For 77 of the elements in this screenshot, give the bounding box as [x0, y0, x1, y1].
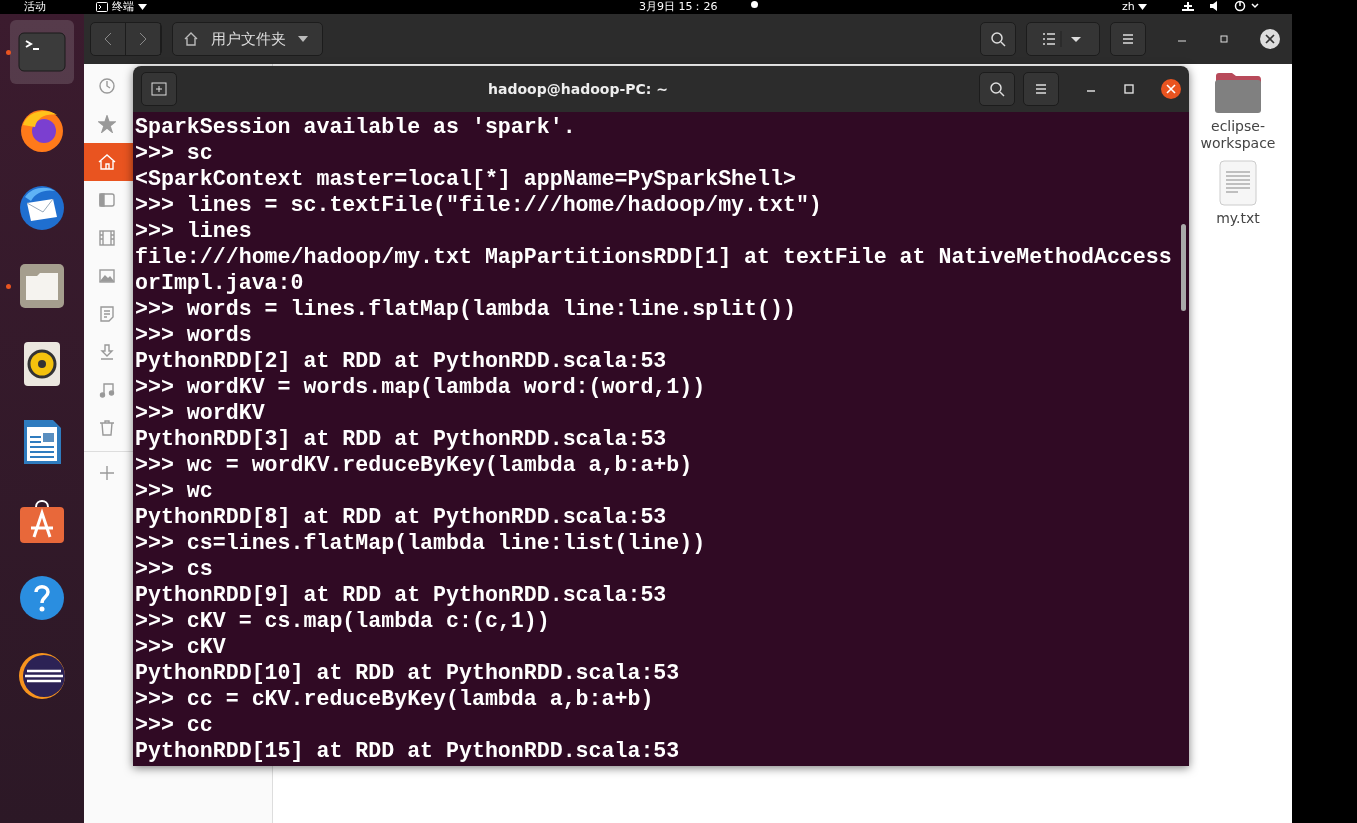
- menu-button[interactable]: [1023, 72, 1059, 106]
- terminal-line: SparkSession available as 'spark'.: [135, 114, 576, 140]
- terminal-line: >>> wc: [135, 478, 213, 504]
- terminal-line: >>> cs=lines.flatMap(lambda line:list(line)): [135, 530, 706, 556]
- terminal-line: >>> lines: [135, 218, 252, 244]
- clock-icon: [98, 77, 116, 95]
- terminal-line: <SparkContext master=local[*] appName=PySparkShell>: [135, 166, 796, 192]
- scrollbar-thumb[interactable]: [1181, 224, 1186, 311]
- terminal-line: >>> wc = wordKV.reduceByKey(lambda a,b:a+b): [135, 452, 693, 478]
- caret-icon: [298, 36, 308, 42]
- terminal-line: PythonRDD[3] at RDD at PythonRDD.scala:53: [135, 426, 667, 452]
- terminal-line: >>> words = lines.flatMap(lambda line:line.split()): [135, 296, 796, 322]
- home-icon: [98, 153, 116, 171]
- trash-icon: [98, 419, 116, 437]
- search-icon: [989, 81, 1005, 97]
- text-file-icon: [1219, 160, 1257, 206]
- terminal-line: >>> sc: [135, 140, 213, 166]
- desktop-icon: [98, 191, 116, 209]
- menu-icon: [1120, 31, 1136, 47]
- terminal-line: >>> cs: [135, 556, 213, 582]
- download-icon: [98, 343, 116, 361]
- location-button[interactable]: 用户文件夹: [172, 22, 323, 56]
- sidebar-item[interactable]: [84, 143, 133, 181]
- file-name: my.txt: [1215, 210, 1261, 227]
- close-icon[interactable]: [1260, 29, 1280, 49]
- help-icon[interactable]: [17, 573, 67, 623]
- search-button[interactable]: [980, 22, 1016, 56]
- terminal-line: >>> words: [135, 322, 252, 348]
- document-icon: [98, 305, 116, 323]
- terminal-line: >>> cc: [135, 712, 213, 738]
- caret-icon: [138, 4, 147, 10]
- app-menu[interactable]: 终端: [96, 0, 147, 14]
- terminal-line: orImpl.java:0: [135, 270, 304, 296]
- eclipse-icon[interactable]: [17, 651, 67, 701]
- terminal-line: >>> wordKV: [135, 400, 265, 426]
- home-icon: [183, 31, 199, 47]
- activities-button[interactable]: 活动: [24, 0, 46, 14]
- terminal-line: PythonRDD[10] at RDD at PythonRDD.scala:53: [135, 660, 680, 686]
- file-item[interactable]: eclipse-workspace: [1198, 72, 1278, 152]
- mail-icon[interactable]: [17, 183, 67, 233]
- file-item[interactable]: my.txt: [1198, 160, 1278, 227]
- search-icon: [990, 31, 1006, 47]
- maximize-icon[interactable]: [1123, 83, 1135, 95]
- clock[interactable]: 3月9日 15：26: [639, 0, 718, 14]
- caret-icon: [1137, 4, 1147, 10]
- terminal-line: PythonRDD[9] at RDD at PythonRDD.scala:53: [135, 582, 667, 608]
- input-method-menu[interactable]: zh: [1122, 0, 1147, 14]
- star-icon: [98, 115, 116, 133]
- restore-icon[interactable]: [1218, 33, 1230, 45]
- terminal-line: >>> cc = cKV.reduceByKey(lambda a,b:a+b): [135, 686, 654, 712]
- film-icon: [98, 229, 116, 247]
- search-button[interactable]: [979, 72, 1015, 106]
- plus-icon: [98, 464, 116, 482]
- new-tab-icon: [151, 81, 167, 97]
- menu-icon: [1033, 81, 1049, 97]
- file-name: eclipse-workspace: [1199, 118, 1277, 152]
- forward-icon[interactable]: [139, 32, 147, 46]
- notification-dot: [751, 1, 758, 8]
- terminal-line: PythonRDD[15] at RDD at PythonRDD.scala:53: [135, 738, 680, 764]
- terminal-line: >>> wordKV = words.map(lambda word:(word,1)): [135, 374, 706, 400]
- image-icon: [98, 267, 116, 285]
- menu-button[interactable]: [1110, 22, 1146, 56]
- terminal-line: >>> cKV = cs.map(lambda c:(c,1)): [135, 608, 550, 634]
- music-icon: [98, 381, 116, 399]
- terminal-line: >>> lines = sc.textFile("file:///home/hadoop/my.txt"): [135, 192, 822, 218]
- folder-icon: [1214, 72, 1262, 114]
- terminal-icon: [96, 2, 108, 12]
- window-title: hadoop@hadoop-PC: ~: [487, 81, 669, 97]
- folder-icon[interactable]: [17, 261, 67, 311]
- back-icon[interactable]: [104, 32, 112, 46]
- terminal-line: file:///home/hadoop/my.txt MapPartitionsRDD[1] at textFile at NativeMethodAccess: [135, 244, 1172, 270]
- terminal-line: PythonRDD[2] at RDD at PythonRDD.scala:53: [135, 348, 667, 374]
- close-icon[interactable]: [1161, 79, 1181, 99]
- new-tab-button[interactable]: [141, 72, 177, 106]
- view-toggle-button[interactable]: [1026, 22, 1100, 56]
- terminal-line: PythonRDD[8] at RDD at PythonRDD.scala:53: [135, 504, 667, 530]
- terminal-line: >>> cKV: [135, 634, 226, 660]
